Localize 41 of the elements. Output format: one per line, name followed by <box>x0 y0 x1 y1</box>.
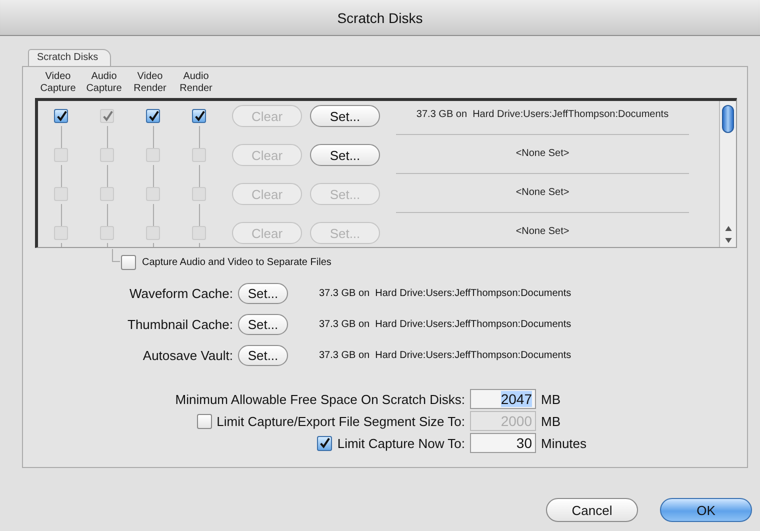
cache-label: Thumbnail Cache: <box>126 317 233 332</box>
scrollbar[interactable] <box>719 101 736 247</box>
tab[interactable]: Scratch Disks <box>28 49 112 66</box>
column-header: Video Render <box>132 70 168 94</box>
cancel-button[interactable]: Cancel <box>546 498 638 522</box>
ok-button[interactable]: OK <box>660 498 752 522</box>
scroll-up-icon[interactable] <box>724 226 732 231</box>
set-button[interactable]: Set... <box>238 283 288 304</box>
unit-label: MB <box>541 414 560 428</box>
disk-location: <None Set> <box>516 187 570 198</box>
window-title: Scratch Disks <box>337 10 423 26</box>
unit-label: MB <box>541 392 560 406</box>
cache-location: 37.3 GB on Hard Drive:Users:JeffThompson:Documents <box>319 350 572 361</box>
disk-location: <None Set> <box>516 148 570 159</box>
set-button[interactable]: Set... <box>310 105 380 127</box>
column-header: Audio Capture <box>85 70 123 94</box>
checkbox[interactable] <box>192 109 206 123</box>
cache-label: Waveform Cache: <box>128 286 233 301</box>
input-field[interactable]: 2047 <box>470 389 536 409</box>
scroll-down-icon[interactable] <box>724 238 732 243</box>
disk-location: 37.3 GB on Hard Drive:Users:JeffThompson:Documents <box>416 109 669 120</box>
disk-location: <None Set> <box>516 226 570 237</box>
cache-label: Autosave Vault: <box>142 348 233 363</box>
input-field[interactable]: 30 <box>470 433 536 453</box>
set-button[interactable]: Set... <box>310 144 380 166</box>
field-label: Limit Capture/Export File Segment Size To: <box>216 414 465 428</box>
set-button[interactable]: Set... <box>238 345 288 366</box>
checkbox[interactable] <box>121 254 136 270</box>
checkbox[interactable] <box>146 109 160 123</box>
checkbox-label: Capture Audio and Video to Separate Files <box>142 256 332 268</box>
field-label: Minimum Allowable Free Space On Scratch Disks: <box>175 392 465 406</box>
checkbox[interactable] <box>317 436 332 450</box>
scroll-thumb[interactable] <box>722 105 734 133</box>
cache-location: 37.3 GB on Hard Drive:Users:JeffThompson:Documents <box>319 288 572 299</box>
unit-label: Minutes <box>541 436 587 450</box>
column-header: Audio Render <box>178 70 214 94</box>
checkbox[interactable] <box>54 109 68 123</box>
set-button[interactable]: Set... <box>238 314 288 335</box>
field-label: Limit Capture Now To: <box>337 436 465 450</box>
column-header: Video Capture <box>39 70 77 94</box>
cache-location: 37.3 GB on Hard Drive:Users:JeffThompson:Documents <box>319 319 572 330</box>
